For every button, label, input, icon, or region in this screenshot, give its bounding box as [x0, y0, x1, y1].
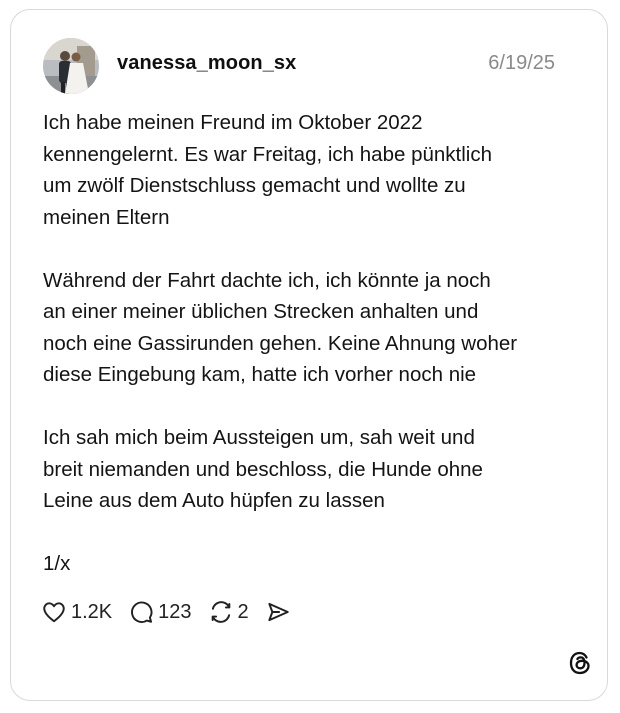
- threads-logo-icon: [565, 648, 595, 678]
- heart-icon: [43, 602, 65, 623]
- like-button[interactable]: 1.2K: [41, 599, 112, 625]
- speech-bubble-icon: [131, 601, 153, 623]
- like-count: 1.2K: [71, 600, 113, 623]
- avatar[interactable]: [43, 38, 99, 94]
- repost-count: 2: [237, 600, 249, 623]
- reply-button[interactable]: 123: [128, 599, 192, 625]
- post-paragraph: Ich habe meinen Freund im Oktober 2022 k…: [43, 111, 492, 229]
- share-button[interactable]: [265, 599, 291, 625]
- repost-button[interactable]: 2: [208, 599, 249, 625]
- post-body: Ich habe meinen Freund im Oktober 2022 k…: [43, 107, 583, 580]
- username[interactable]: vanessa_moon_sx: [117, 52, 296, 75]
- action-bar: 1.2K 123 2: [41, 598, 307, 626]
- avatar-photo: [43, 38, 99, 94]
- send-icon: [268, 602, 289, 622]
- post-paragraph: Ich sah mich beim Aussteigen um, sah wei…: [43, 426, 483, 512]
- thread-counter: 1/x: [43, 552, 71, 575]
- post-card: vanessa_moon_sx 6/19/25 Ich habe meinen …: [10, 9, 608, 701]
- repost-arrows-icon: [211, 601, 230, 623]
- post-paragraph: Während der Fahrt dachte ich, ich könnte…: [43, 268, 518, 387]
- reply-count: 123: [158, 600, 192, 623]
- post-date: 6/19/25: [488, 52, 555, 74]
